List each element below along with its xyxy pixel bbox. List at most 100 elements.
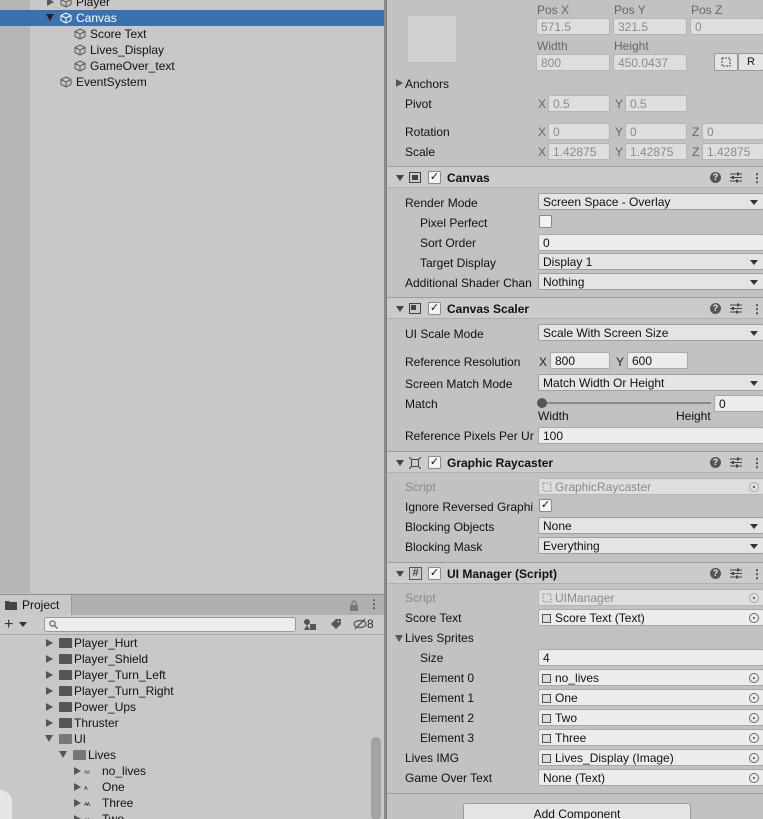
expand-arrow-icon[interactable] bbox=[74, 767, 81, 775]
object-picker-icon[interactable] bbox=[749, 733, 759, 743]
expand-arrow-icon[interactable] bbox=[396, 79, 403, 87]
canvas-scaler-enabled-checkbox[interactable]: ✓ bbox=[428, 302, 441, 315]
raw-edit-button[interactable]: R bbox=[738, 53, 763, 71]
collapse-arrow-icon[interactable] bbox=[395, 635, 403, 642]
object-picker-icon[interactable] bbox=[749, 753, 759, 763]
match-slider-track[interactable] bbox=[541, 402, 711, 404]
collapse-arrow-icon[interactable] bbox=[45, 735, 53, 742]
filter-by-type-icon[interactable] bbox=[303, 618, 317, 631]
element-0-field[interactable]: no_lives bbox=[538, 669, 763, 686]
tab-project[interactable]: Project bbox=[0, 595, 72, 615]
expand-arrow-icon[interactable] bbox=[74, 815, 81, 819]
target-display-dropdown[interactable]: Display 1 bbox=[538, 253, 763, 270]
ui-manager-enabled-checkbox[interactable]: ✓ bbox=[428, 567, 441, 580]
collapse-arrow-icon[interactable] bbox=[396, 175, 404, 181]
object-picker-icon[interactable] bbox=[749, 713, 759, 723]
kebab-menu-icon[interactable]: ⋮ bbox=[751, 302, 763, 316]
reference-ppu-field[interactable]: 100 bbox=[538, 427, 763, 444]
help-icon[interactable]: ? bbox=[710, 172, 721, 183]
collapse-arrow-icon[interactable] bbox=[59, 751, 67, 758]
hierarchy-item-gameover-text[interactable]: GameOver_text bbox=[0, 58, 385, 74]
height-field[interactable]: 450.0437 bbox=[613, 54, 687, 71]
posz-field[interactable]: 0 bbox=[690, 18, 763, 35]
expand-arrow-icon[interactable] bbox=[46, 687, 53, 695]
help-icon[interactable]: ? bbox=[710, 568, 721, 579]
posx-field[interactable]: 571.5 bbox=[536, 18, 610, 35]
presets-sliders-icon[interactable] bbox=[730, 172, 742, 183]
hidden-packages-icon[interactable] bbox=[353, 618, 367, 630]
kebab-menu-icon[interactable]: ⋮ bbox=[751, 456, 763, 470]
expand-arrow-icon[interactable] bbox=[74, 799, 81, 807]
lives-img-field[interactable]: Lives_Display (Image) bbox=[538, 749, 763, 766]
project-scrollbar[interactable] bbox=[371, 737, 381, 819]
canvas-scaler-header[interactable]: ✓ Canvas Scaler ? ⋮ bbox=[387, 297, 763, 319]
raycaster-script-field[interactable]: GraphicRaycaster bbox=[538, 478, 763, 495]
help-icon[interactable]: ? bbox=[710, 303, 721, 314]
element-3-field[interactable]: Three bbox=[538, 729, 763, 746]
ui-manager-script-field[interactable]: UIManager bbox=[538, 589, 763, 606]
object-picker-icon[interactable] bbox=[749, 593, 759, 603]
expand-arrow-icon[interactable] bbox=[46, 671, 53, 679]
score-text-field[interactable]: Score Text (Text) bbox=[538, 609, 763, 626]
shader-channels-dropdown[interactable]: Nothing bbox=[538, 273, 763, 290]
expand-arrow-icon[interactable] bbox=[46, 703, 53, 711]
add-button[interactable]: + bbox=[4, 615, 13, 634]
presets-sliders-icon[interactable] bbox=[730, 303, 742, 314]
blocking-objects-dropdown[interactable]: None bbox=[538, 517, 763, 534]
object-picker-icon[interactable] bbox=[749, 482, 759, 492]
hierarchy-item-canvas[interactable]: Canvas bbox=[0, 10, 385, 26]
screen-match-mode-dropdown[interactable]: Match Width Or Height bbox=[538, 374, 763, 391]
collapse-arrow-icon[interactable] bbox=[46, 14, 54, 21]
collapse-arrow-icon[interactable] bbox=[396, 460, 404, 466]
expand-arrow-icon[interactable] bbox=[74, 783, 81, 791]
element-2-field[interactable]: Two bbox=[538, 709, 763, 726]
expand-arrow-icon[interactable] bbox=[46, 655, 53, 663]
help-icon[interactable]: ? bbox=[710, 457, 721, 468]
hierarchy-item-lives-display[interactable]: Lives_Display bbox=[0, 42, 385, 58]
collapse-arrow-icon[interactable] bbox=[396, 571, 404, 577]
match-value-field[interactable]: 0 bbox=[714, 395, 763, 412]
rotation-y-field[interactable]: 0 bbox=[625, 123, 687, 140]
ui-manager-header[interactable]: # ✓ UI Manager (Script) ? ⋮ bbox=[387, 562, 763, 584]
panel-splitter[interactable] bbox=[384, 0, 386, 819]
posy-field[interactable]: 321.5 bbox=[613, 18, 687, 35]
ignore-reversed-checkbox[interactable]: ✓ bbox=[539, 499, 552, 512]
rotation-z-field[interactable]: 0 bbox=[702, 123, 763, 140]
object-picker-icon[interactable] bbox=[749, 613, 759, 623]
presets-sliders-icon[interactable] bbox=[730, 457, 742, 468]
match-slider-thumb[interactable] bbox=[537, 398, 547, 408]
chevron-down-icon[interactable] bbox=[19, 622, 27, 627]
presets-sliders-icon[interactable] bbox=[730, 568, 742, 579]
graphic-raycaster-header[interactable]: ✓ Graphic Raycaster ? ⋮ bbox=[387, 451, 763, 473]
search-input[interactable] bbox=[44, 617, 296, 632]
anchor-preset-button[interactable] bbox=[407, 15, 457, 63]
pixel-perfect-checkbox[interactable] bbox=[539, 215, 552, 228]
blocking-mask-dropdown[interactable]: Everything bbox=[538, 537, 763, 554]
raycaster-enabled-checkbox[interactable]: ✓ bbox=[428, 456, 441, 469]
kebab-menu-icon[interactable]: ⋮ bbox=[751, 171, 763, 185]
object-picker-icon[interactable] bbox=[749, 773, 759, 783]
game-over-text-field[interactable]: None (Text) bbox=[538, 769, 763, 786]
expand-arrow-icon[interactable] bbox=[47, 0, 54, 6]
scale-z-field[interactable]: 1.42875 bbox=[702, 143, 763, 160]
scale-x-field[interactable]: 1.42875 bbox=[548, 143, 610, 160]
hierarchy-item-player[interactable]: Player bbox=[0, 0, 385, 10]
element-1-field[interactable]: One bbox=[538, 689, 763, 706]
kebab-menu-icon[interactable]: ⋮ bbox=[751, 567, 763, 581]
width-field[interactable]: 800 bbox=[536, 54, 610, 71]
scale-y-field[interactable]: 1.42875 bbox=[625, 143, 687, 160]
lock-icon[interactable] bbox=[349, 600, 359, 611]
collapse-arrow-icon[interactable] bbox=[396, 306, 404, 312]
canvas-component-header[interactable]: ✓ Canvas ? ⋮ bbox=[387, 166, 763, 188]
reference-y-field[interactable]: 600 bbox=[627, 352, 688, 369]
render-mode-dropdown[interactable]: Screen Space - Overlay bbox=[538, 193, 763, 210]
size-field[interactable]: 4 bbox=[538, 649, 763, 666]
add-component-button[interactable]: Add Component bbox=[463, 803, 691, 819]
expand-arrow-icon[interactable] bbox=[46, 639, 53, 647]
blueprint-mode-button[interactable] bbox=[714, 53, 738, 71]
object-picker-icon[interactable] bbox=[749, 693, 759, 703]
sort-order-field[interactable]: 0 bbox=[538, 234, 763, 251]
lives-sprites-label[interactable]: Lives Sprites bbox=[405, 631, 474, 645]
ui-scale-mode-dropdown[interactable]: Scale With Screen Size bbox=[538, 324, 763, 341]
kebab-menu-icon[interactable]: ⋮ bbox=[368, 597, 380, 611]
